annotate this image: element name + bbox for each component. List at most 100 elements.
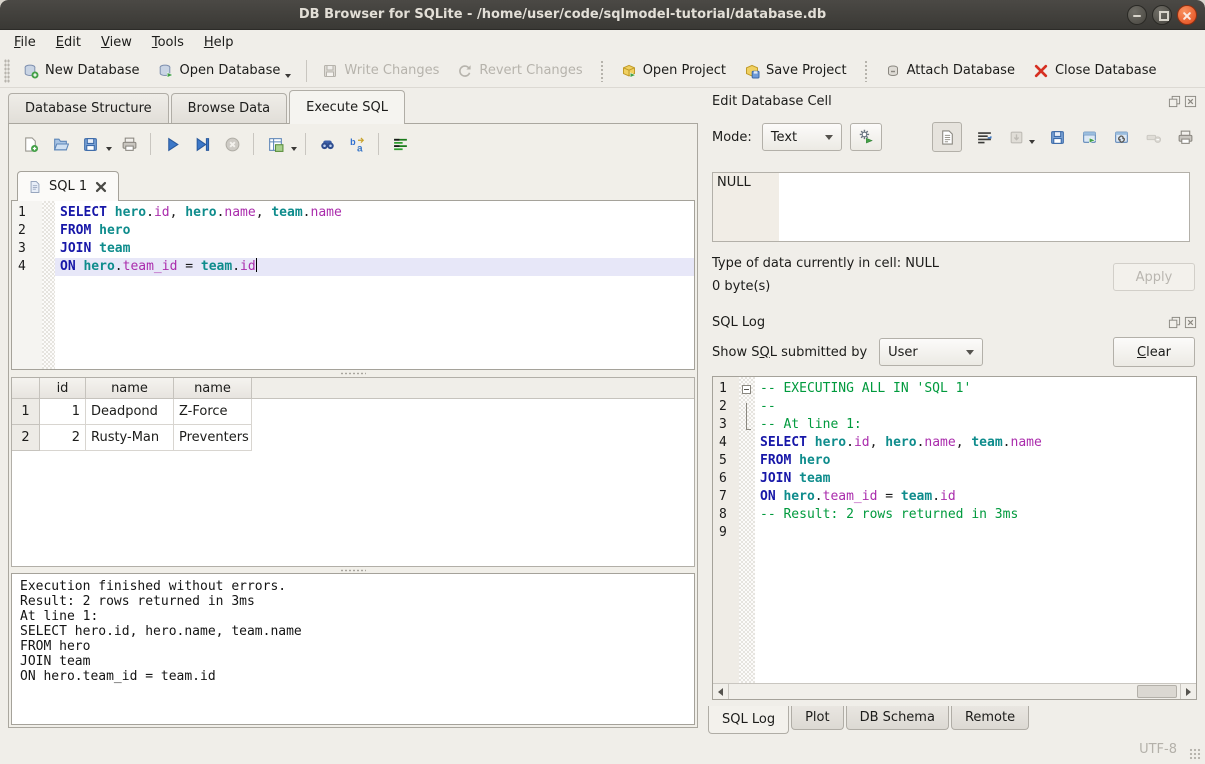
word-wrap-button[interactable] — [974, 127, 994, 147]
tab-execute-sql[interactable]: Execute SQL — [289, 90, 405, 124]
log-fold-margin[interactable] — [739, 377, 755, 683]
table-cell[interactable]: Preventers — [174, 425, 252, 451]
titlebar[interactable]: DB Browser for SQLite - /home/user/code/… — [0, 0, 1205, 30]
close-database-label: Close Database — [1055, 63, 1157, 78]
save-sql-file-button[interactable] — [77, 131, 103, 157]
sql-source-select[interactable]: User — [879, 338, 983, 366]
attach-database-button[interactable]: Attach Database — [876, 58, 1024, 84]
code-line: SELECT hero.id, hero.name, team.name — [55, 204, 694, 222]
find-replace-button[interactable]: ba — [344, 131, 370, 157]
toolbar-grip[interactable] — [4, 59, 10, 83]
fold-collapse-icon[interactable] — [742, 385, 751, 394]
editor-code-area[interactable]: SELECT hero.id, hero.name, team.nameFROM… — [55, 201, 694, 369]
clear-log-button[interactable]: Clear — [1113, 337, 1195, 367]
apply-button[interactable]: Apply — [1113, 263, 1195, 291]
line-number: 2 — [719, 398, 739, 416]
export-results-button[interactable] — [262, 131, 288, 157]
table-cell[interactable]: 1 — [40, 399, 86, 425]
tab-database-structure[interactable]: Database Structure — [8, 93, 169, 123]
open-database-button[interactable]: Open Database — [149, 58, 301, 84]
revert-changes-label: Revert Changes — [479, 63, 582, 78]
menu-view[interactable]: View — [91, 33, 142, 52]
tab-browse-data[interactable]: Browse Data — [171, 93, 288, 123]
minimize-icon[interactable] — [1127, 5, 1147, 25]
find-button[interactable] — [314, 131, 340, 157]
scrollbar-track[interactable] — [729, 684, 1180, 699]
fold-cell — [739, 457, 755, 475]
open-project-label: Open Project — [643, 63, 726, 78]
chevron-down-icon[interactable] — [285, 74, 291, 78]
log-horizontal-scrollbar[interactable] — [713, 683, 1196, 699]
menu-edit[interactable]: Edit — [46, 33, 91, 52]
chevron-down-icon[interactable] — [106, 147, 112, 151]
write-changes-button[interactable]: Write Changes — [313, 58, 448, 84]
chevron-down-icon[interactable] — [291, 147, 297, 151]
maximize-icon[interactable] — [1152, 5, 1172, 25]
print-sql-button[interactable] — [116, 131, 142, 157]
clear-cell-button[interactable] — [1143, 127, 1163, 147]
auto-format-button[interactable] — [387, 131, 413, 157]
execute-current-line-button[interactable] — [189, 131, 215, 157]
column-header-name[interactable]: name — [174, 378, 252, 399]
close-dock-icon[interactable] — [1184, 316, 1197, 329]
table-cell[interactable]: 2 — [40, 425, 86, 451]
scrollbar-thumb[interactable] — [1137, 685, 1177, 698]
results-grid[interactable]: idnamename11DeadpondZ-Force22Rusty-ManPr… — [11, 377, 695, 567]
table-cell[interactable]: Z-Force — [174, 399, 252, 425]
menu-tools[interactable]: Tools — [142, 33, 194, 52]
sql-editor[interactable]: 1234 SELECT hero.id, hero.name, team.nam… — [11, 200, 695, 370]
results-corner-header[interactable] — [12, 378, 40, 399]
splitter-editor-results[interactable] — [11, 370, 695, 377]
execute-all-button[interactable] — [159, 131, 185, 157]
save-project-button[interactable]: Save Project — [735, 58, 856, 84]
save-data-button[interactable] — [1047, 127, 1067, 147]
log-code-line: ON hero.team_id = team.id — [755, 488, 1196, 506]
close-dock-icon[interactable] — [1184, 95, 1197, 108]
table-cell[interactable]: Rusty-Man — [86, 425, 174, 451]
row-filler — [252, 399, 694, 425]
float-dock-icon[interactable] — [1168, 316, 1181, 329]
fold-cell — [739, 493, 755, 511]
resize-grip[interactable] — [1189, 748, 1202, 761]
stop-execution-button[interactable] — [219, 131, 245, 157]
close-database-button[interactable]: Close Database — [1024, 58, 1166, 84]
row-header[interactable]: 2 — [12, 425, 40, 451]
import-data-button[interactable] — [1006, 127, 1026, 147]
tab-plot[interactable]: Plot — [791, 706, 844, 730]
cell-value-editor[interactable]: NULL — [712, 172, 1190, 242]
tab-sql-log[interactable]: SQL Log — [708, 706, 789, 734]
column-header-name[interactable]: name — [86, 378, 174, 399]
svg-text:b: b — [350, 137, 356, 147]
new-database-button[interactable]: New Database — [14, 58, 149, 84]
tab-remote[interactable]: Remote — [951, 706, 1029, 730]
scroll-right-icon[interactable] — [1180, 684, 1196, 699]
table-cell[interactable]: Deadpond — [86, 399, 174, 425]
menu-help[interactable]: Help — [194, 33, 244, 52]
open-sql-file-button[interactable] — [47, 131, 73, 157]
open-sql-tab-button[interactable] — [17, 131, 43, 157]
column-header-id[interactable]: id — [40, 378, 86, 399]
scroll-left-icon[interactable] — [713, 684, 729, 699]
sql-1-tab[interactable]: SQL 1 — [17, 171, 119, 201]
float-dock-icon[interactable] — [1168, 95, 1181, 108]
log-line-numbers: 123456789 — [713, 377, 739, 683]
write-changes-icon — [322, 63, 338, 79]
open-external-button[interactable] — [1079, 127, 1099, 147]
editor-line-numbers: 1234 — [12, 201, 42, 369]
copy-link-button[interactable] — [1111, 127, 1131, 147]
tab-close-icon[interactable] — [94, 180, 108, 194]
fold-cell[interactable] — [739, 385, 755, 403]
print-cell-button[interactable] — [1175, 127, 1195, 147]
auto-switch-mode-button[interactable] — [850, 123, 882, 151]
close-icon[interactable] — [1177, 5, 1197, 25]
tab-db-schema[interactable]: DB Schema — [846, 706, 949, 730]
open-project-button[interactable]: Open Project — [612, 58, 735, 84]
menu-file[interactable]: File — [4, 33, 46, 52]
chevron-down-icon[interactable] — [1029, 140, 1035, 144]
toolbar-separator — [864, 60, 868, 82]
revert-changes-button[interactable]: Revert Changes — [448, 58, 591, 84]
row-header[interactable]: 1 — [12, 399, 40, 425]
dock-tab-bar: SQL LogPlotDB SchemaRemote — [708, 706, 1031, 734]
mode-select[interactable]: Text — [762, 123, 842, 151]
text-document-button[interactable] — [932, 122, 962, 152]
